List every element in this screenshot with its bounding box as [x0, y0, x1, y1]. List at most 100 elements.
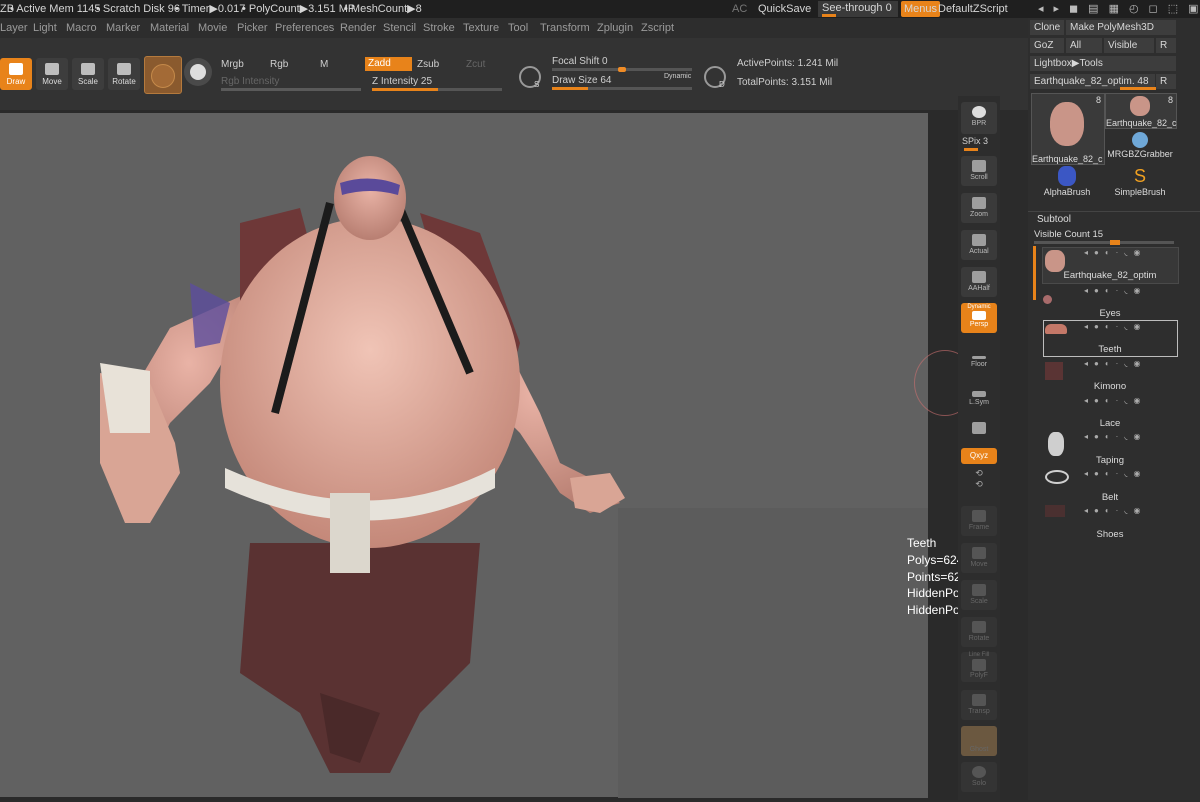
ghost-button[interactable]: Ghost	[961, 726, 997, 756]
rgb-intensity-slider[interactable]	[221, 88, 361, 91]
current-tool-r-button[interactable]: R	[1156, 74, 1176, 89]
material-swatch[interactable]	[144, 56, 182, 94]
scale-button[interactable]: Scale	[72, 58, 104, 90]
rotate-view-button[interactable]: Rotate	[961, 617, 997, 647]
ac-button[interactable]: AC	[732, 0, 747, 18]
move-view-button[interactable]: Move	[961, 543, 997, 573]
subtool-item-lace[interactable]: Lace	[1040, 418, 1180, 429]
zadd-toggle[interactable]: Zadd	[365, 57, 412, 71]
subtool-title[interactable]: Subtool	[1037, 214, 1071, 225]
rotation-axis-buttons[interactable]: ⟲ ⟲	[961, 468, 997, 498]
subtool-controls[interactable]: ◂●◐·◟◉	[1084, 469, 1146, 478]
xyz-button[interactable]: Qxyz	[961, 448, 997, 464]
menu-tool[interactable]: Tool	[508, 18, 528, 38]
subtool-controls[interactable]: ◂●◐·◟◉	[1084, 322, 1146, 331]
transp-button[interactable]: Transp	[961, 690, 997, 720]
mrgbz-grabber-tool[interactable]: MRGBZGrabber	[1105, 130, 1175, 164]
menu-movie[interactable]: Movie	[198, 18, 227, 38]
frame-button[interactable]: Frame	[961, 506, 997, 536]
menu-zplugin[interactable]: Zplugin	[597, 18, 633, 38]
make-polymesh-button[interactable]: Make PolyMesh3D	[1066, 20, 1176, 35]
draw-button[interactable]: Draw	[0, 58, 32, 90]
subtool-controls[interactable]: ◂●◐·◟◉	[1084, 432, 1146, 441]
move-button[interactable]: Move	[36, 58, 68, 90]
scale-view-button[interactable]: Scale	[961, 580, 997, 610]
menu-macro[interactable]: Macro	[66, 18, 97, 38]
scroll-button[interactable]: Scroll	[961, 156, 997, 186]
subtool-item-shoes[interactable]: Shoes	[1040, 529, 1180, 540]
all-button[interactable]: All	[1066, 38, 1102, 53]
zsub-toggle[interactable]: Zsub	[417, 59, 439, 70]
polyf-button[interactable]: Line Fill PolyF	[961, 652, 997, 682]
subtool-controls[interactable]: ◂●◐·◟◉	[1084, 396, 1146, 405]
draw-size-slider[interactable]	[552, 87, 692, 90]
m-toggle[interactable]: M	[320, 59, 328, 70]
rgb-toggle[interactable]: Rgb	[270, 59, 288, 70]
solo-button[interactable]: Solo	[961, 762, 997, 792]
clone-button[interactable]: Clone	[1030, 20, 1064, 35]
floor-button[interactable]: Floor	[961, 346, 997, 376]
character-thumbnail-icon	[1130, 96, 1150, 116]
menu-transform[interactable]: Transform	[540, 18, 590, 38]
window-icons[interactable]: ◂▸◼▤▦◴◻⬚▣	[1038, 0, 1200, 18]
dynamic-toggle[interactable]: Dynamic	[664, 73, 691, 80]
menu-picker[interactable]: Picker	[237, 18, 268, 38]
menus-button[interactable]: Menus	[901, 1, 941, 17]
default-zscript-button[interactable]: DefaultZScript	[938, 0, 1008, 18]
rgb-intensity-label: Rgb Intensity	[221, 76, 280, 87]
z-intensity-slider[interactable]	[372, 88, 502, 91]
subtool-controls[interactable]: ◂●◐·◟◉	[1084, 248, 1146, 257]
menu-stroke[interactable]: Stroke	[423, 18, 455, 38]
aahalf-button[interactable]: AAHalf	[961, 267, 997, 297]
r-button[interactable]: R	[1156, 38, 1176, 53]
subtool-item-taping[interactable]: Taping	[1040, 455, 1180, 466]
rotate-button[interactable]: Rotate	[108, 58, 140, 90]
visible-count-slider[interactable]	[1034, 240, 1174, 245]
subtool-item-kimono[interactable]: Kimono	[1040, 381, 1180, 392]
menu-layer[interactable]: Layer	[0, 18, 28, 38]
subtool-controls[interactable]: ◂●◐·◟◉	[1084, 506, 1146, 515]
subtool-controls[interactable]: ◂●◐·◟◉	[1084, 286, 1146, 295]
goz-button[interactable]: GoZ	[1030, 38, 1064, 53]
menu-stencil[interactable]: Stencil	[383, 18, 416, 38]
tool-thumb-earthquake-1[interactable]: 8 Earthquake_82_c	[1031, 93, 1105, 165]
zoom-button[interactable]: Zoom	[961, 193, 997, 223]
persp-button[interactable]: Dynamic Persp	[961, 303, 997, 333]
local-symmetry-icon	[972, 391, 986, 397]
focal-shift-slider[interactable]	[552, 67, 692, 72]
alpha-brush-tool[interactable]: AlphaBrush	[1031, 166, 1103, 202]
subtool-controls[interactable]: ◂●◐·◟◉	[1084, 359, 1146, 368]
visible-count-label: Visible Count 15	[1034, 229, 1104, 240]
lsym-button[interactable]: L.Sym	[961, 383, 997, 413]
mrgb-toggle[interactable]: Mrgb	[221, 59, 244, 70]
menu-marker[interactable]: Marker	[106, 18, 140, 38]
visible-button[interactable]: Visible	[1104, 38, 1154, 53]
bpr-button[interactable]: BPR	[961, 102, 997, 134]
menu-texture[interactable]: Texture	[463, 18, 499, 38]
spix-setting[interactable]: SPix 3	[962, 136, 988, 146]
actual-button[interactable]: Actual	[961, 230, 997, 260]
subtool-item-teeth[interactable]: Teeth	[1040, 344, 1180, 355]
material-sphere-icon	[151, 64, 175, 88]
frame-icon	[972, 510, 986, 522]
color-swatch-icon	[190, 64, 206, 80]
subtool-scrollbar[interactable]	[1033, 246, 1036, 300]
menu-light[interactable]: Light	[33, 18, 57, 38]
menu-preferences[interactable]: Preferences	[275, 18, 334, 38]
subtool-item-earthquake[interactable]: Earthquake_82_optim	[1040, 270, 1180, 281]
menu-material[interactable]: Material	[150, 18, 189, 38]
menu-render[interactable]: Render	[340, 18, 376, 38]
tool-thumb-earthquake-2[interactable]: 8 Earthquake_82_c	[1105, 93, 1177, 129]
gyro-lock-button[interactable]	[961, 418, 997, 448]
status-scratch-disk: • Scratch Disk 96	[96, 3, 180, 15]
quicksave-button[interactable]: QuickSave	[758, 0, 811, 18]
see-through-label: See-through 0	[822, 2, 892, 14]
color-picker-button[interactable]	[184, 58, 212, 86]
zcut-toggle[interactable]: Zcut	[466, 59, 485, 70]
subtool-item-belt[interactable]: Belt	[1040, 492, 1180, 503]
lightbox-tools-button[interactable]: Lightbox▶Tools	[1030, 56, 1176, 71]
see-through-slider[interactable]: See-through 0	[818, 1, 898, 17]
menu-zscript[interactable]: Zscript	[641, 18, 674, 38]
simple-brush-tool[interactable]: S SimpleBrush	[1105, 166, 1175, 202]
subtool-item-eyes[interactable]: Eyes	[1040, 308, 1180, 319]
